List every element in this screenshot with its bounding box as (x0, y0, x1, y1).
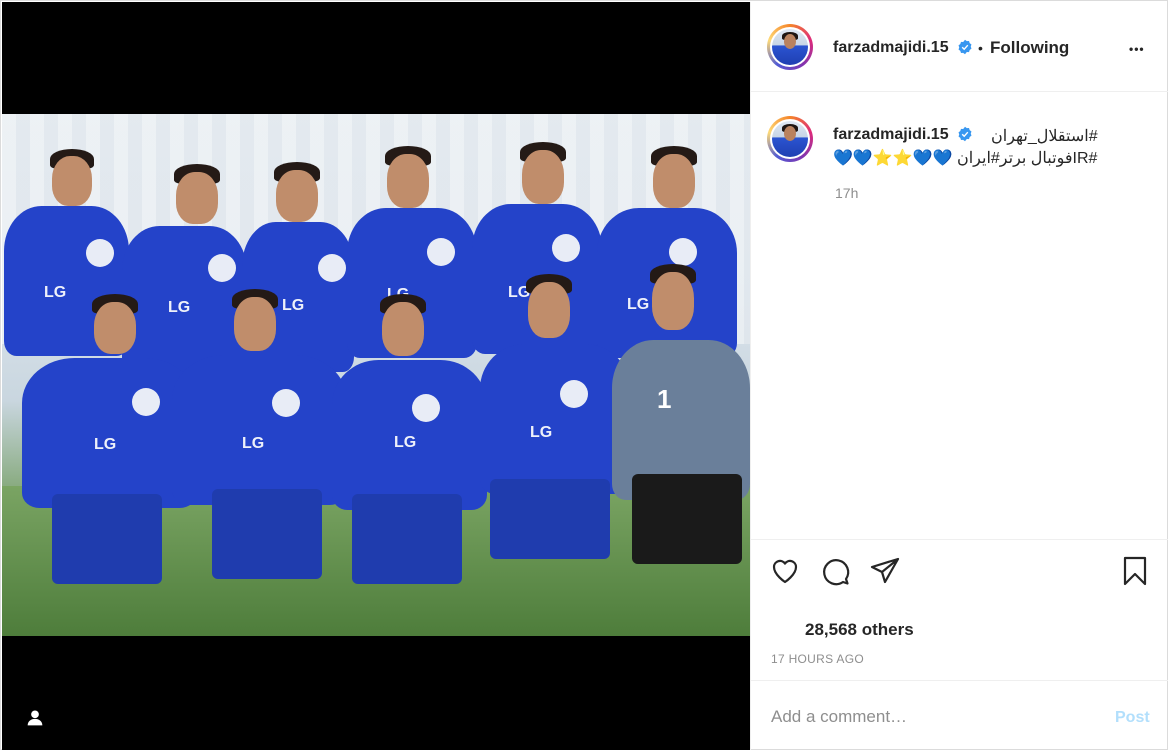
post-header: farzadmajidi.15 • Following ••• (751, 2, 1168, 92)
sponsor-text: LG (242, 435, 265, 452)
user-tag-icon[interactable] (24, 707, 46, 729)
sponsor-text: LG (530, 424, 553, 441)
player-front-3: LG (332, 294, 492, 634)
sponsor-text: LG (94, 436, 117, 453)
caption-username[interactable]: farzadmajidi.15 (833, 126, 949, 144)
caption-area: farzadmajidi.15 #استقلال_تهران #IRفوتبال… (751, 93, 1168, 539)
player-front-2: LG (172, 289, 352, 629)
caption-hashtag-line[interactable]: #استقلال_تهران (991, 126, 1098, 146)
more-options-button[interactable]: ••• (1129, 42, 1145, 56)
bookmark-icon[interactable] (1119, 555, 1151, 587)
caption-text: #IRفوتبال برتر#ایران 💙💙⭐⭐💙💙 (833, 150, 1098, 167)
post-sidebar: farzadmajidi.15 • Following ••• farzadma… (750, 2, 1168, 750)
likes-count[interactable]: 28,568 others (805, 620, 914, 640)
post-dialog: LG LG LG LG LG LG LG LG LG 1 farzadmajid… (0, 0, 1168, 750)
action-bar (751, 539, 1168, 599)
post-timestamp: 17 HOURS AGO (771, 652, 864, 666)
share-icon[interactable] (869, 555, 901, 587)
caption-time[interactable]: 17h (835, 185, 858, 201)
following-button[interactable]: Following (990, 38, 1069, 58)
verified-badge-icon (958, 39, 972, 55)
post-comment-button[interactable]: Post (1115, 709, 1150, 727)
header-separator: • (978, 40, 983, 56)
sponsor-text: LG (394, 434, 417, 451)
player-goalkeeper: 1 (602, 264, 750, 634)
team-photo: LG LG LG LG LG LG LG LG LG 1 (2, 114, 750, 636)
post-media[interactable]: LG LG LG LG LG LG LG LG LG 1 (2, 2, 750, 750)
keeper-number: 1 (657, 384, 672, 414)
header-username[interactable]: farzadmajidi.15 (833, 39, 949, 57)
heart-icon[interactable] (769, 555, 801, 587)
avatar[interactable] (767, 24, 813, 70)
avatar[interactable] (767, 116, 813, 162)
comment-box: Post (751, 680, 1168, 750)
verified-badge-icon (958, 126, 972, 142)
comment-icon[interactable] (819, 555, 851, 587)
comment-input[interactable] (771, 707, 1071, 727)
